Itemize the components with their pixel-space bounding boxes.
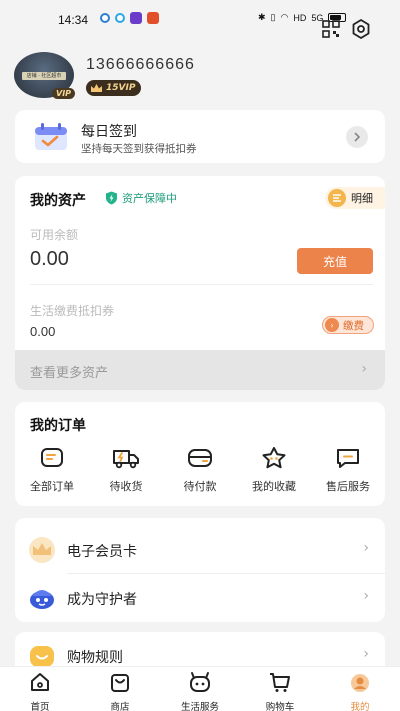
profile-header[interactable]: 店铺 · 社区超市 VIP 13666666666 15VIP — [14, 52, 386, 104]
my-assets-card: 我的资产 资产保障中 明细 可用余额 0.00 充值 生活缴费抵扣券 0.00 … — [15, 176, 385, 390]
order-item-favorites[interactable]: 我的收藏 — [237, 446, 311, 494]
crown-icon — [91, 84, 102, 92]
avatar-sign-text: 店铺 · 社区超市 — [22, 72, 66, 80]
home-icon — [31, 673, 49, 691]
tab-label: 购物车 — [265, 702, 295, 711]
chevron-right-icon: › — [361, 361, 367, 377]
chevron-right-icon: › — [363, 540, 369, 556]
scan-qr-icon[interactable] — [322, 20, 340, 38]
bluetooth-icon: ✱ — [258, 12, 266, 22]
recharge-button[interactable]: 充值 — [297, 248, 373, 274]
chevron-right-icon: › — [363, 588, 369, 604]
asset-detail-button[interactable]: 明细 — [325, 187, 385, 209]
tab-mine[interactable]: 我的 — [320, 667, 400, 711]
order-item-label: 待收货 — [109, 480, 143, 493]
order-item-all[interactable]: 全部订单 — [15, 446, 89, 494]
network-label: HD — [293, 12, 307, 23]
my-orders-card: 我的订单 全部订单 待收货 待付款 我的收藏 售后服务 — [15, 402, 385, 506]
notification-app-icon — [115, 13, 125, 23]
user-phone: 13666666666 — [86, 56, 195, 73]
order-item-after-sales[interactable]: 售后服务 — [311, 446, 385, 494]
checkin-arrow-button[interactable] — [346, 126, 368, 148]
guardian-row[interactable]: 成为守护者 › — [15, 574, 385, 622]
chevron-right-icon — [354, 132, 361, 142]
life-service-icon — [190, 672, 210, 692]
asset-protection-label: 资产保障中 — [105, 190, 177, 206]
tab-label: 商店 — [110, 702, 130, 711]
order-item-to-pay[interactable]: 待付款 — [163, 446, 237, 494]
order-item-label: 待付款 — [183, 480, 217, 493]
star-icon — [262, 447, 286, 469]
checkin-title: 每日签到 — [81, 124, 137, 140]
view-more-assets-row[interactable]: 查看更多资产 › — [15, 350, 385, 390]
status-app-icons — [100, 12, 159, 24]
chat-service-icon — [337, 449, 359, 468]
tab-store[interactable]: 商店 — [80, 667, 160, 711]
crown-card-icon — [29, 537, 55, 563]
detail-label: 明细 — [351, 192, 373, 205]
coupon-label: 生活缴费抵扣券 — [30, 304, 115, 318]
member-row-label: 成为守护者 — [67, 592, 137, 608]
pay-label: 缴费 — [343, 319, 364, 332]
pay-bill-button[interactable]: › 缴费 — [322, 316, 374, 334]
arrow-right-icon: › — [325, 318, 339, 332]
notification-app-icon — [147, 12, 159, 24]
order-shortcuts: 全部订单 待收货 待付款 我的收藏 售后服务 — [15, 446, 385, 494]
truck-icon — [113, 450, 139, 469]
header-actions — [322, 18, 372, 40]
rules-label: 购物规则 — [67, 650, 123, 666]
balance-label: 可用余额 — [30, 228, 79, 242]
tab-cart[interactable]: 购物车 — [240, 667, 320, 711]
more-assets-label: 查看更多资产 — [30, 366, 109, 381]
profile-icon — [351, 674, 369, 692]
notification-app-icon — [100, 13, 110, 23]
list-icon — [328, 189, 346, 207]
order-item-to-receive[interactable]: 待收货 — [89, 446, 163, 494]
balance-value: 0.00 — [30, 248, 69, 270]
shopping-bag-icon — [111, 674, 129, 692]
bottom-tab-bar: 首页 商店 生活服务 购物车 我的 — [0, 666, 400, 711]
status-time: 14:34 — [58, 13, 89, 27]
checkin-subtitle: 坚持每天签到获得抵扣券 — [81, 143, 197, 155]
protect-text: 资产保障中 — [122, 192, 177, 205]
calendar-checkin-icon — [35, 123, 67, 150]
cart-icon — [270, 673, 290, 692]
assets-title: 我的资产 — [30, 193, 86, 209]
guardian-mascot-icon — [30, 590, 54, 609]
member-row-label: 电子会员卡 — [67, 544, 137, 560]
chevron-right-icon: › — [363, 646, 369, 662]
tab-life-service[interactable]: 生活服务 — [160, 667, 240, 711]
tab-label: 首页 — [30, 702, 50, 711]
member-card-row[interactable]: 电子会员卡 › — [15, 526, 385, 574]
tab-home[interactable]: 首页 — [0, 667, 80, 711]
tab-label: 生活服务 — [180, 702, 219, 711]
wifi-icon: ◠ — [280, 12, 289, 22]
all-orders-icon — [41, 448, 63, 467]
notification-app-icon — [130, 12, 142, 24]
tab-label: 我的 — [350, 702, 370, 711]
vip-level-label: 15VIP — [106, 83, 136, 93]
assets-divider — [30, 284, 373, 285]
order-item-label: 我的收藏 — [252, 480, 296, 493]
vibrate-icon: ▯ — [270, 12, 276, 22]
member-services-card: 电子会员卡 › 成为守护者 › — [15, 518, 385, 622]
daily-checkin-card[interactable]: 每日签到 坚持每天签到获得抵扣券 — [15, 110, 385, 163]
vip-tag: VIP — [52, 88, 76, 99]
orders-title: 我的订单 — [30, 418, 86, 434]
settings-gear-icon[interactable] — [350, 18, 372, 40]
order-item-label: 售后服务 — [326, 480, 370, 493]
wallet-card-icon — [188, 449, 212, 467]
vip-level-badge: 15VIP — [86, 80, 142, 96]
shield-lightning-icon — [106, 191, 117, 205]
coupon-value: 0.00 — [30, 324, 56, 339]
order-item-label: 全部订单 — [30, 480, 74, 493]
